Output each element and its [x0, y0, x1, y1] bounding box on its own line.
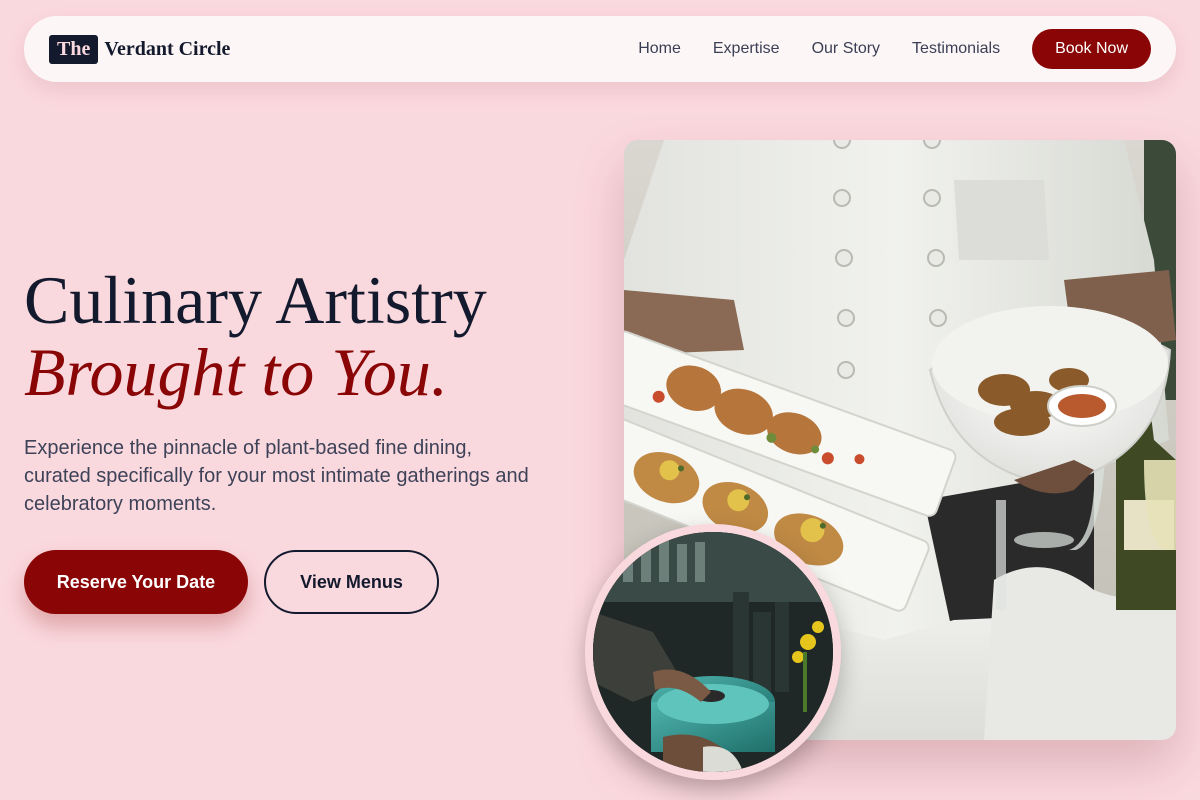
- reserve-date-button[interactable]: Reserve Your Date: [24, 550, 248, 614]
- hero-subtitle: Experience the pinnacle of plant-based f…: [24, 437, 529, 515]
- view-menus-button[interactable]: View Menus: [264, 550, 439, 614]
- book-now-button[interactable]: Book Now: [1032, 29, 1151, 69]
- chef-cooking-inset-image: [585, 524, 841, 780]
- brand-logo[interactable]: The Verdant Circle: [49, 34, 231, 64]
- nav-link-testimonials[interactable]: Testimonials: [912, 40, 1000, 58]
- nav-link-expertise[interactable]: Expertise: [713, 40, 780, 58]
- top-navbar: The Verdant Circle Home Expertise Our St…: [24, 16, 1176, 82]
- hero-headline: Culinary Artistry Brought to You.: [24, 264, 487, 408]
- nav-link-our-story[interactable]: Our Story: [812, 40, 880, 58]
- nav-link-home[interactable]: Home: [638, 40, 681, 58]
- hero-title-line2: Brought to You.: [24, 334, 448, 410]
- logo-badge: The: [49, 34, 99, 64]
- logo-text: Verdant Circle: [104, 37, 231, 60]
- hero-title-line1: Culinary Artistry: [24, 262, 487, 338]
- nav-links: Home Expertise Our Story Testimonials Bo…: [638, 29, 1151, 69]
